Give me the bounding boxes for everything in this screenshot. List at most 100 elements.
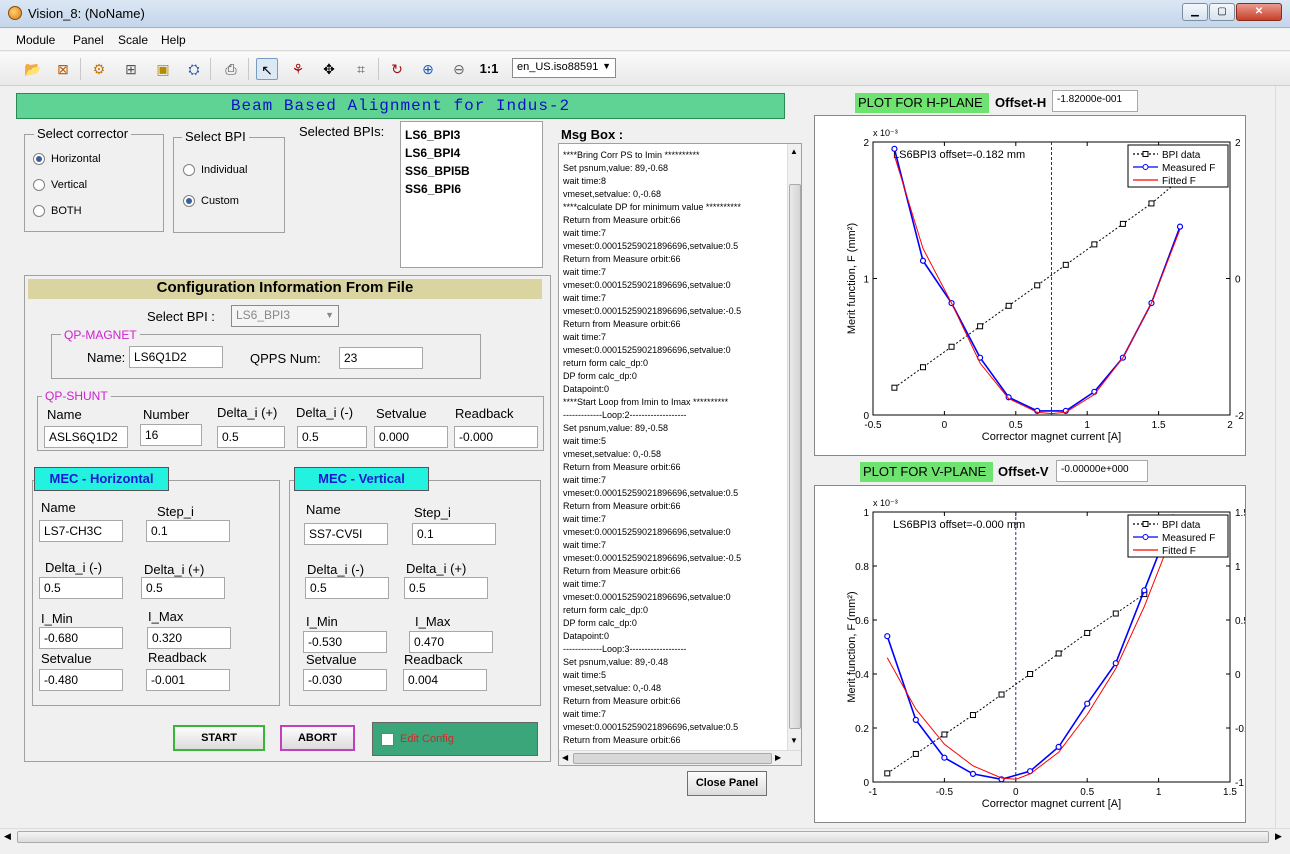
reset-icon[interactable]: ↻ <box>386 58 408 80</box>
mec-h-imax-field[interactable]: 0.320 <box>147 627 231 649</box>
mec-v-rb-field[interactable]: 0.004 <box>403 669 487 691</box>
shunt-delta-plus-field[interactable]: 0.5 <box>217 426 285 448</box>
list-item[interactable]: LS6_BPI4 <box>405 144 538 162</box>
scroll-right-icon[interactable]: ▶ <box>1275 831 1282 842</box>
actual-size-button[interactable]: 1:1 <box>478 58 500 80</box>
open-folder-icon[interactable]: 📂 <box>22 58 44 80</box>
qpps-field[interactable]: 23 <box>339 347 423 369</box>
shunt-readback-field[interactable]: -0.000 <box>454 426 538 448</box>
shunt-header-setvalue: Setvalue <box>376 406 427 421</box>
maximize-button[interactable]: ▢ <box>1209 3 1235 21</box>
zoom-in-icon[interactable]: ⊕ <box>417 58 439 80</box>
pointer-icon[interactable]: ↖ <box>256 58 278 80</box>
mec-v-name-field[interactable]: SS7-CV5I <box>304 523 388 545</box>
mec-h-imin-field[interactable]: -0.680 <box>39 627 123 649</box>
msg-line: vmeset:0.00015259021896696,setvalue:-0.5 <box>563 553 742 563</box>
shunt-setvalue-field[interactable]: 0.000 <box>374 426 448 448</box>
graph-icon[interactable]: ⚘ <box>287 58 309 80</box>
msg-line: Return from Measure orbit:66 <box>563 254 681 264</box>
scroll-down-icon[interactable]: ▼ <box>790 736 798 745</box>
radio-custom[interactable]: Custom <box>183 195 239 207</box>
offset-v-field[interactable]: -0.00000e+000 <box>1056 460 1148 482</box>
radio-horizontal[interactable]: Horizontal <box>33 153 101 165</box>
mec-h-dplus-field[interactable]: 0.5 <box>141 577 225 599</box>
data-point <box>1091 241 1098 248</box>
msg-line: Datapoint:0 <box>563 384 610 394</box>
y-axis-label: Merit function, F (mm²) <box>846 591 858 702</box>
radio-vertical[interactable]: Vertical <box>33 179 87 191</box>
mec-v-imax-field[interactable]: 0.470 <box>409 631 493 653</box>
radio-both[interactable]: BOTH <box>33 205 82 217</box>
menu-help[interactable]: Help <box>161 33 186 47</box>
mec-v-imin-field[interactable]: -0.530 <box>303 631 387 653</box>
list-item[interactable]: SS6_BPI5B <box>405 162 538 180</box>
data-point <box>912 750 919 757</box>
data-point <box>891 145 898 152</box>
locale-dropdown[interactable]: en_US.iso88591 ▼ <box>512 58 616 78</box>
abort-button[interactable]: ABORT <box>280 725 355 751</box>
print-icon[interactable]: ⎙ <box>220 58 242 80</box>
mec-h-step-field[interactable]: 0.1 <box>146 520 230 542</box>
msgbox-scroll-thumb[interactable] <box>789 184 801 729</box>
msgbox-content: ****Bring Corr PS to Imin ********** Set … <box>559 144 787 750</box>
list-item[interactable]: SS6_BPI6 <box>405 180 538 198</box>
mec-v-dminus-field[interactable]: 0.5 <box>305 577 389 599</box>
msgbox-hscroll-thumb[interactable] <box>573 753 772 764</box>
msgbox-vscrollbar[interactable]: ▲ ▼ <box>787 144 801 750</box>
radio-individual[interactable]: Individual <box>183 164 247 176</box>
close-panel-button[interactable]: Close Panel <box>687 771 767 796</box>
mec-h-rb-field[interactable]: -0.001 <box>146 669 230 691</box>
mec-h-dminus-field[interactable]: 0.5 <box>39 577 123 599</box>
mec-h-name-field[interactable]: LS7-CH3C <box>39 520 123 542</box>
mec-v-dplus-field[interactable]: 0.5 <box>404 577 488 599</box>
shunt-header-name: Name <box>47 407 82 422</box>
qp-name-field[interactable]: LS6Q1D2 <box>129 346 223 368</box>
menu-module[interactable]: Module <box>16 33 55 47</box>
msg-line: vmeset:0.00015259021896696,setvalue:0 <box>563 527 731 537</box>
msg-line: wait time:7 <box>563 514 607 524</box>
scroll-left-icon[interactable]: ◀ <box>4 831 11 842</box>
msgbox-textarea[interactable]: ****Bring Corr PS to Imin ********** Set … <box>558 143 802 766</box>
mec-h-set-field[interactable]: -0.480 <box>39 669 123 691</box>
close-file-icon[interactable]: ⊠ <box>52 58 74 80</box>
x-axis-label: Corrector magnet current [A] <box>982 431 1121 443</box>
msg-line: ****Start Loop from Imin to Imax *******… <box>563 397 729 407</box>
window-hscroll-thumb[interactable] <box>17 831 1269 843</box>
msgbox-hscrollbar[interactable]: ◀ ▶ <box>559 750 801 765</box>
shunt-name-field[interactable]: ASLS6Q1D2 <box>44 426 128 448</box>
legend-marker <box>1142 521 1149 527</box>
mec-v-set-field[interactable]: -0.030 <box>303 669 387 691</box>
edit-config-checkbox[interactable]: Edit Config <box>372 722 538 756</box>
menu-scale[interactable]: Scale <box>118 33 148 47</box>
panel-icon[interactable]: ▣ <box>152 58 174 80</box>
y-axis-label: Merit function, F (mm²) <box>846 223 858 334</box>
tree-icon[interactable]: ⊞ <box>120 58 142 80</box>
shunt-delta-minus-field[interactable]: 0.5 <box>297 426 367 448</box>
hierarchy-icon[interactable]: ⛭ <box>183 58 205 80</box>
mec-v-step-field[interactable]: 0.1 <box>412 523 496 545</box>
radio-label: Horizontal <box>51 153 101 165</box>
move-icon[interactable]: ✥ <box>318 58 340 80</box>
close-window-button[interactable]: ✕ <box>1236 3 1282 21</box>
scroll-right-icon[interactable]: ▶ <box>775 753 781 762</box>
menu-panel[interactable]: Panel <box>73 33 104 47</box>
scroll-left-icon[interactable]: ◀ <box>562 753 568 762</box>
minimize-button[interactable]: ▁ <box>1182 3 1208 21</box>
list-item[interactable]: LS6_BPI3 <box>405 126 538 144</box>
offset-h-field[interactable]: -1.82000e-001 <box>1052 90 1138 112</box>
crop-icon[interactable]: ⌗ <box>350 58 372 80</box>
shunt-number-field[interactable]: 16 <box>140 424 202 446</box>
config-bpi-dropdown[interactable]: LS6_BPI3 ▼ <box>231 305 339 327</box>
window-vscrollbar[interactable] <box>1275 86 1290 828</box>
mec-h-dplus-label: Delta_i (+) <box>144 562 205 577</box>
selected-bpis-list[interactable]: LS6_BPI3 LS6_BPI4 SS6_BPI5B SS6_BPI6 <box>400 121 543 268</box>
msg-line: Return from Measure orbit:66 <box>563 215 681 225</box>
msg-line: vmeset,setvalue: 0,-0.68 <box>563 189 662 199</box>
zoom-out-icon[interactable]: ⊖ <box>448 58 470 80</box>
window-hscrollbar[interactable]: ◀ ▶ <box>0 828 1290 845</box>
config-bpi-value: LS6_BPI3 <box>236 308 291 322</box>
start-button[interactable]: START <box>173 725 265 751</box>
settings-icon[interactable]: ⚙ <box>88 58 110 80</box>
scroll-up-icon[interactable]: ▲ <box>790 147 798 156</box>
mec-vertical-title: MEC - Vertical <box>294 467 429 491</box>
